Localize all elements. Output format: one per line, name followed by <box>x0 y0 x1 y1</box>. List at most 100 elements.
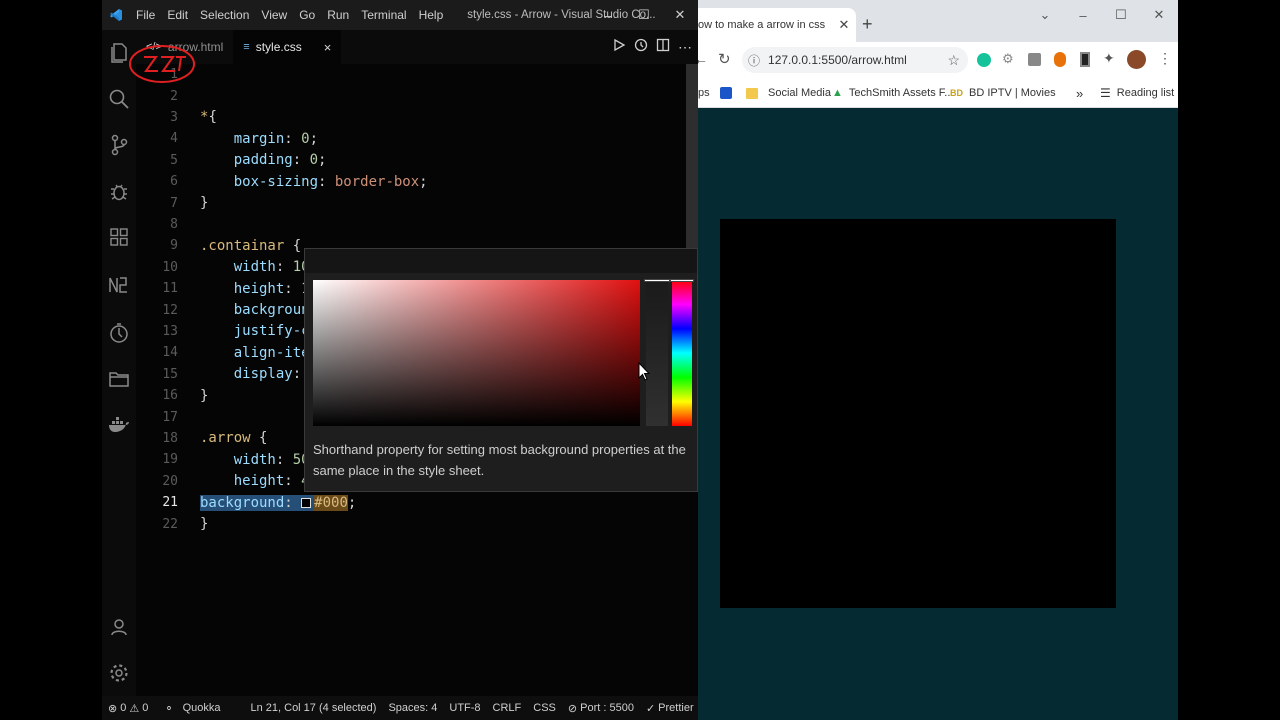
code-text: justify-co <box>200 323 318 339</box>
code-token: } <box>200 516 209 533</box>
code-line[interactable]: 22} <box>136 513 676 534</box>
menu-edit[interactable]: Edit <box>161 0 194 30</box>
live-server-status[interactable]: ⊘ Port : 5500 <box>562 702 640 715</box>
eol-status[interactable]: CRLF <box>487 702 528 714</box>
check-icon: ✓ <box>645 702 656 715</box>
bookmark-star-icon[interactable]: ☆ <box>947 52 960 69</box>
warning-icon: ⚠ <box>129 702 140 715</box>
hue-strip[interactable] <box>672 280 692 426</box>
vscode-logo-icon <box>102 0 130 30</box>
browser-close-button[interactable]: ✕ <box>1140 0 1178 30</box>
browser-tab-close-icon[interactable]: ✕ <box>832 17 856 33</box>
extension-icon-3[interactable] <box>1054 52 1066 67</box>
back-arrow-icon[interactable]: ← <box>698 51 708 67</box>
bookmark-calendar[interactable] <box>720 78 732 108</box>
menu-go[interactable]: Go <box>293 0 321 30</box>
no-entry-icon: ⊘ <box>567 702 578 715</box>
search-icon[interactable] <box>102 82 136 116</box>
split-editor-icon[interactable] <box>656 38 670 57</box>
new-tab-button[interactable]: + <box>862 14 873 35</box>
account-icon[interactable] <box>102 610 136 644</box>
menu-view[interactable]: View <box>255 0 293 30</box>
code-line[interactable]: 8 <box>136 214 676 235</box>
menu-file[interactable]: File <box>130 0 161 30</box>
maximize-button[interactable]: ☐ <box>626 0 662 30</box>
problems-status[interactable]: ⊗ 0 ⚠ 0 <box>102 702 154 715</box>
code-line[interactable]: 3 *{ <box>136 107 676 128</box>
menu-help[interactable]: Help <box>413 0 450 30</box>
code-line[interactable]: 5 padding: 0; <box>136 150 676 171</box>
line-number: 21 <box>162 495 178 511</box>
folder-icon[interactable] <box>102 362 136 396</box>
encoding-status[interactable]: UTF-8 <box>443 702 486 714</box>
code-line[interactable]: 2 <box>136 85 676 106</box>
window-controls: – ☐ ✕ <box>590 0 698 30</box>
code-text: } <box>200 388 208 404</box>
quokka-status[interactable]: ⚬ Quokka <box>158 702 226 715</box>
opacity-handle[interactable] <box>644 279 670 282</box>
extension-icon-1[interactable]: ⚙ <box>1002 51 1014 67</box>
extensions-puzzle-icon[interactable]: ✦ <box>1103 50 1115 67</box>
browser-maximize-button[interactable]: ☐ <box>1102 0 1140 30</box>
close-button[interactable]: ✕ <box>662 0 698 30</box>
opacity-strip[interactable] <box>646 280 668 426</box>
profile-avatar[interactable] <box>1127 50 1146 69</box>
browser-tab[interactable]: ow to make a arrow in css ✕ <box>698 8 856 42</box>
code-line[interactable]: 6 box-sizing: border-box; <box>136 171 676 192</box>
code-token: width <box>233 259 276 276</box>
address-bar[interactable]: ⓘ 127.0.0.1:5500/arrow.html ☆ <box>742 47 968 73</box>
browser-minimize-button[interactable]: – <box>1064 0 1102 30</box>
code-line[interactable]: 4 margin: 0; <box>136 128 676 149</box>
code-line[interactable]: 7} <box>136 192 676 213</box>
run-icon[interactable] <box>612 38 626 57</box>
extension-icon-4[interactable] <box>1080 52 1090 67</box>
indentation-status[interactable]: Spaces: 4 <box>382 702 443 714</box>
docker-icon[interactable] <box>102 408 136 442</box>
menu-kebab-icon[interactable]: ⋮ <box>1158 50 1172 67</box>
debug-icon[interactable] <box>102 174 136 208</box>
hue-handle[interactable] <box>670 279 694 282</box>
menu-run[interactable]: Run <box>321 0 355 30</box>
extensions-icon[interactable] <box>102 220 136 254</box>
line-number: 14 <box>162 345 178 361</box>
language-status[interactable]: CSS <box>527 702 562 714</box>
remote-icon[interactable] <box>102 268 136 302</box>
settings-gear-icon[interactable] <box>102 656 136 690</box>
tab-style-css[interactable]: ≡ style.css × <box>233 30 342 64</box>
bookmark-label: TechSmith Assets F... <box>848 87 954 99</box>
reading-list-button[interactable]: ☰ Reading list <box>1100 78 1174 108</box>
techsmith-icon: ▲ <box>832 87 843 99</box>
code-line[interactable]: 21 background: #000; <box>136 492 676 513</box>
code-text: align-item <box>200 345 318 361</box>
grammarly-extension-icon[interactable] <box>977 53 991 67</box>
bookmark-techsmith[interactable]: ▲ TechSmith Assets F... <box>832 78 953 108</box>
more-bookmarks-button[interactable]: » <box>1076 78 1083 108</box>
saturation-box[interactable] <box>313 280 640 426</box>
code-line[interactable]: 1 <box>136 64 676 85</box>
cursor-position[interactable]: Ln 21, Col 17 (4 selected) <box>244 702 382 714</box>
browser-window-controls: ⌄ – ☐ ✕ <box>1026 0 1178 30</box>
minimize-button[interactable]: – <box>590 0 626 30</box>
extension-icon-2[interactable] <box>1028 53 1041 66</box>
reload-icon[interactable]: ↻ <box>718 50 731 68</box>
bookmark-apps[interactable]: ps <box>698 78 710 108</box>
timeline-icon[interactable] <box>634 38 648 57</box>
site-info-icon[interactable]: ⓘ <box>748 52 760 69</box>
code-token: .containar <box>200 237 285 254</box>
prettier-status[interactable]: ✓ Prettier <box>640 702 698 715</box>
color-preview-bar[interactable] <box>305 249 697 273</box>
menu-terminal[interactable]: Terminal <box>355 0 412 30</box>
timer-icon[interactable] <box>102 316 136 350</box>
bookmark-bd-iptv[interactable]: BD BD IPTV | Movies <box>950 78 1056 108</box>
line-number: 5 <box>170 152 178 168</box>
more-actions-icon[interactable]: ⋯ <box>678 39 692 56</box>
color-swatch-icon[interactable] <box>301 497 312 508</box>
source-control-icon[interactable] <box>102 128 136 162</box>
tab-close-icon[interactable]: × <box>324 40 332 55</box>
code-token: height <box>233 280 285 297</box>
chevron-down-icon[interactable]: ⌄ <box>1026 0 1064 30</box>
menu-selection[interactable]: Selection <box>194 0 255 30</box>
bookmark-social-media[interactable]: Social Media <box>746 78 831 108</box>
